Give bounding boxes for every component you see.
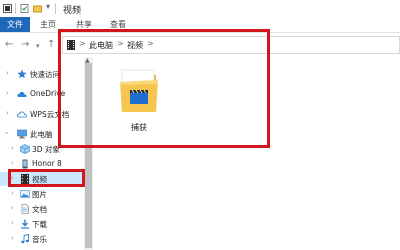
title-separator: [55, 3, 56, 14]
sidebar-item-label: 音乐: [32, 235, 47, 244]
properties-icon[interactable]: [20, 4, 29, 13]
explorer-app-icon: [3, 4, 12, 13]
expand-chevron-icon[interactable]: ›: [11, 144, 14, 152]
tab-file[interactable]: 文件: [0, 17, 30, 32]
cube-icon: [20, 144, 30, 154]
sidebar-item-label: 下载: [32, 220, 47, 229]
window-title: 视频: [63, 6, 82, 16]
sidebar-item-pictures[interactable]: › 图片: [0, 187, 84, 201]
quick-access-toolbar-dropdown-icon[interactable]: ▾: [46, 2, 50, 11]
expand-chevron-icon[interactable]: ›: [11, 234, 14, 242]
expand-chevron-icon[interactable]: ›: [6, 109, 9, 117]
cloud-icon: [17, 91, 27, 97]
sidebar-item-label: Honor 8: [32, 159, 62, 168]
expand-chevron-icon[interactable]: ›: [11, 219, 14, 227]
forward-arrow-icon[interactable]: →: [21, 39, 29, 51]
document-icon: [21, 204, 29, 214]
highlight-box-videos: [8, 169, 85, 187]
expand-chevron-icon[interactable]: ›: [2, 132, 10, 135]
sidebar-item-downloads[interactable]: › 下载: [0, 217, 84, 231]
expand-chevron-icon[interactable]: ›: [11, 159, 14, 167]
new-folder-icon[interactable]: [33, 4, 42, 13]
sidebar-item-label: 图片: [32, 190, 47, 199]
title-bar: ▾ 视频: [0, 0, 400, 18]
star-icon: [17, 69, 27, 79]
expand-chevron-icon[interactable]: ›: [11, 204, 14, 212]
cloud-icon: [17, 111, 27, 118]
sidebar-item-music[interactable]: › 音乐: [0, 232, 84, 246]
up-arrow-icon[interactable]: ↑: [47, 39, 55, 51]
highlight-box-content: [58, 29, 270, 148]
sidebar-item-label: 文档: [32, 205, 47, 214]
expand-chevron-icon[interactable]: ›: [6, 89, 9, 97]
phone-icon: [22, 159, 28, 169]
sidebar-item-label: 3D 对象: [32, 145, 60, 154]
download-icon: [21, 219, 29, 229]
expand-chevron-icon[interactable]: ›: [6, 69, 9, 77]
sidebar-item-label: 此电脑: [30, 130, 53, 139]
title-separator: [15, 3, 16, 14]
picture-icon: [20, 190, 30, 198]
sidebar-item-documents[interactable]: › 文档: [0, 202, 84, 216]
expand-chevron-icon[interactable]: ›: [11, 189, 14, 197]
back-arrow-icon[interactable]: ←: [5, 39, 13, 51]
sidebar-item-label: 快速访问: [30, 70, 60, 79]
computer-icon: [17, 129, 27, 139]
music-icon: [21, 234, 29, 244]
recent-locations-chevron-icon[interactable]: ▾: [36, 40, 40, 52]
